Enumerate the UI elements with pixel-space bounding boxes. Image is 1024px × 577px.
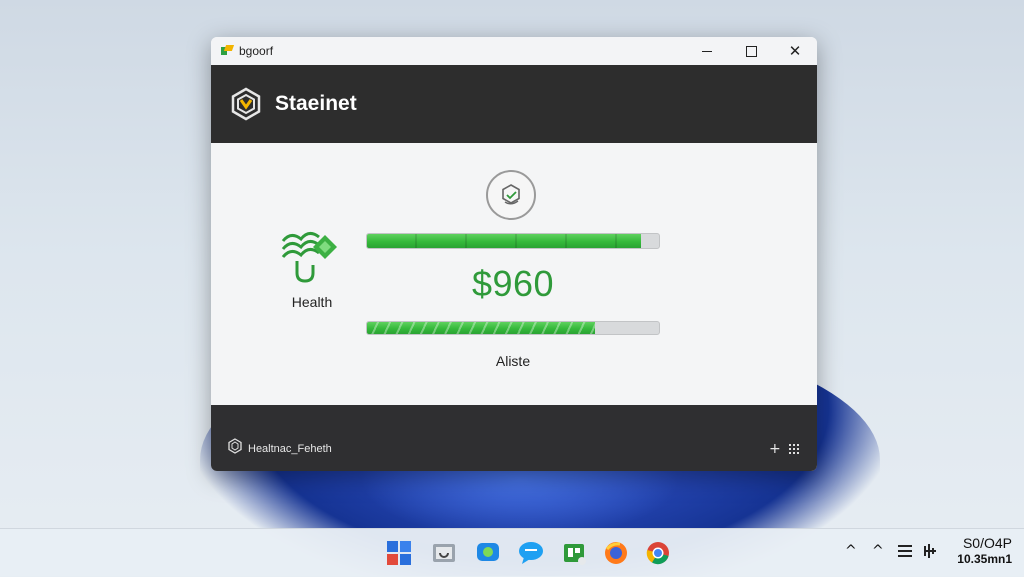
app-header: Staeinet	[211, 65, 817, 143]
health-label: Health	[291, 294, 333, 310]
add-button[interactable]: +	[769, 441, 781, 457]
progress-label: Aliste	[495, 353, 531, 369]
messages-button[interactable]	[515, 537, 547, 569]
health-icon	[281, 232, 337, 283]
status-badge-icon[interactable]	[486, 170, 536, 220]
amount-value: $960	[471, 263, 555, 304]
close-button[interactable]: ✕	[773, 37, 817, 65]
file-explorer-button[interactable]	[428, 537, 460, 569]
app-footer: Healtnac_Feheth +	[211, 405, 817, 471]
chrome-button[interactable]	[642, 537, 674, 569]
maximize-icon	[745, 45, 757, 57]
start-icon	[387, 541, 411, 565]
firefox-button[interactable]	[600, 537, 632, 569]
system-clock[interactable]: S0/O4P 10.35mn1	[942, 535, 1012, 566]
clock-time: S0/O4P	[962, 535, 1012, 551]
start-button[interactable]	[383, 537, 415, 569]
hexagon-hand-icon	[502, 184, 520, 205]
file-explorer-icon	[433, 544, 455, 562]
title-bar[interactable]: bgoorf ✕	[211, 37, 817, 65]
footer-logo-icon	[228, 438, 242, 454]
app-title-icon	[221, 45, 235, 57]
taskbar: ^ ^ S0/O4P 10.35mn1	[0, 528, 1024, 577]
minimize-icon	[702, 50, 712, 52]
window-title: bgoorf	[239, 44, 274, 58]
messages-icon	[519, 542, 543, 564]
close-icon: ✕	[788, 43, 802, 60]
footer-label: Healtnac_Feheth	[248, 443, 332, 455]
store-icon	[564, 544, 586, 565]
progress-bar-top	[366, 233, 660, 249]
brand-logo-icon	[231, 87, 261, 121]
chrome-icon	[646, 542, 669, 565]
volume-icon[interactable]	[924, 544, 936, 558]
minimize-button[interactable]	[685, 37, 729, 65]
progress-fill-bottom	[367, 322, 595, 334]
grid-menu-icon[interactable]	[789, 444, 799, 454]
network-icon[interactable]	[898, 545, 912, 557]
brand-name: Staeinet	[275, 92, 357, 115]
tray-chevron-up-icon[interactable]: ^	[845, 543, 857, 559]
progress-fill-top	[367, 234, 642, 248]
store-button[interactable]	[558, 537, 590, 569]
clock-date: 10.35mn1	[957, 552, 1012, 566]
maximize-button[interactable]	[729, 37, 773, 65]
firefox-icon	[605, 542, 627, 564]
progress-bar-bottom	[366, 321, 660, 335]
main-panel: Health $960 Aliste	[211, 143, 817, 405]
chat-button[interactable]	[472, 537, 504, 569]
chat-icon	[477, 543, 499, 561]
tray-chevron-up-icon-2[interactable]: ^	[872, 543, 884, 559]
app-window: bgoorf ✕ Staeinet Health $960 Aliste Hea…	[211, 37, 817, 471]
